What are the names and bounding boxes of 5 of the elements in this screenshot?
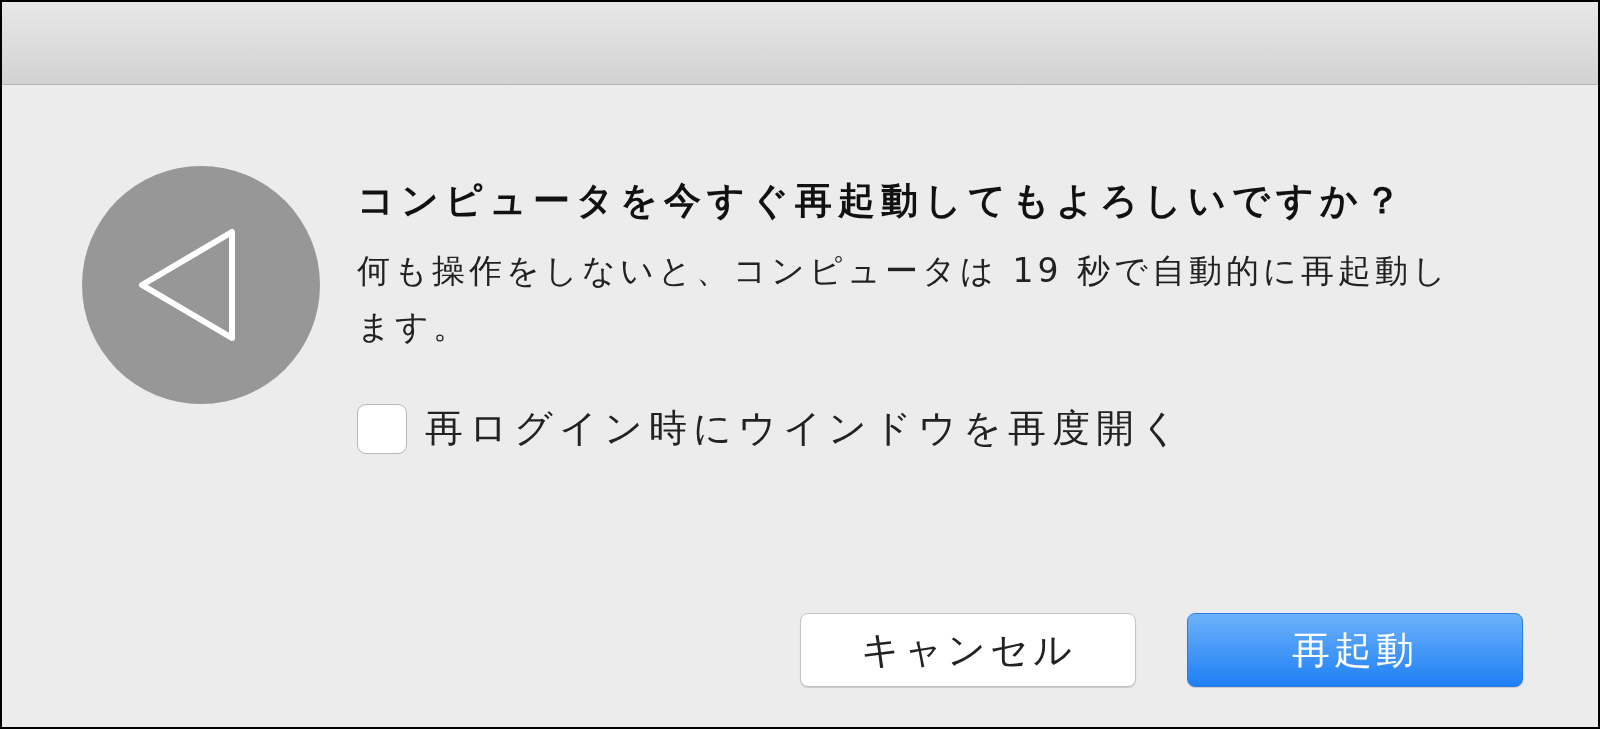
checkbox[interactable] xyxy=(357,403,407,454)
dialog-message: 何も操作をしないと、コンピュータは 19 秒で自動的に再起動します。 xyxy=(357,250,1451,348)
dialog-title: コンピュータを今すぐ再起動してもよろしいですか？ xyxy=(357,179,1408,223)
checkbox-label[interactable]: 再ログイン時にウインドウを再度開く xyxy=(425,403,1185,454)
cancel-button[interactable]: キャンセル xyxy=(800,613,1136,687)
